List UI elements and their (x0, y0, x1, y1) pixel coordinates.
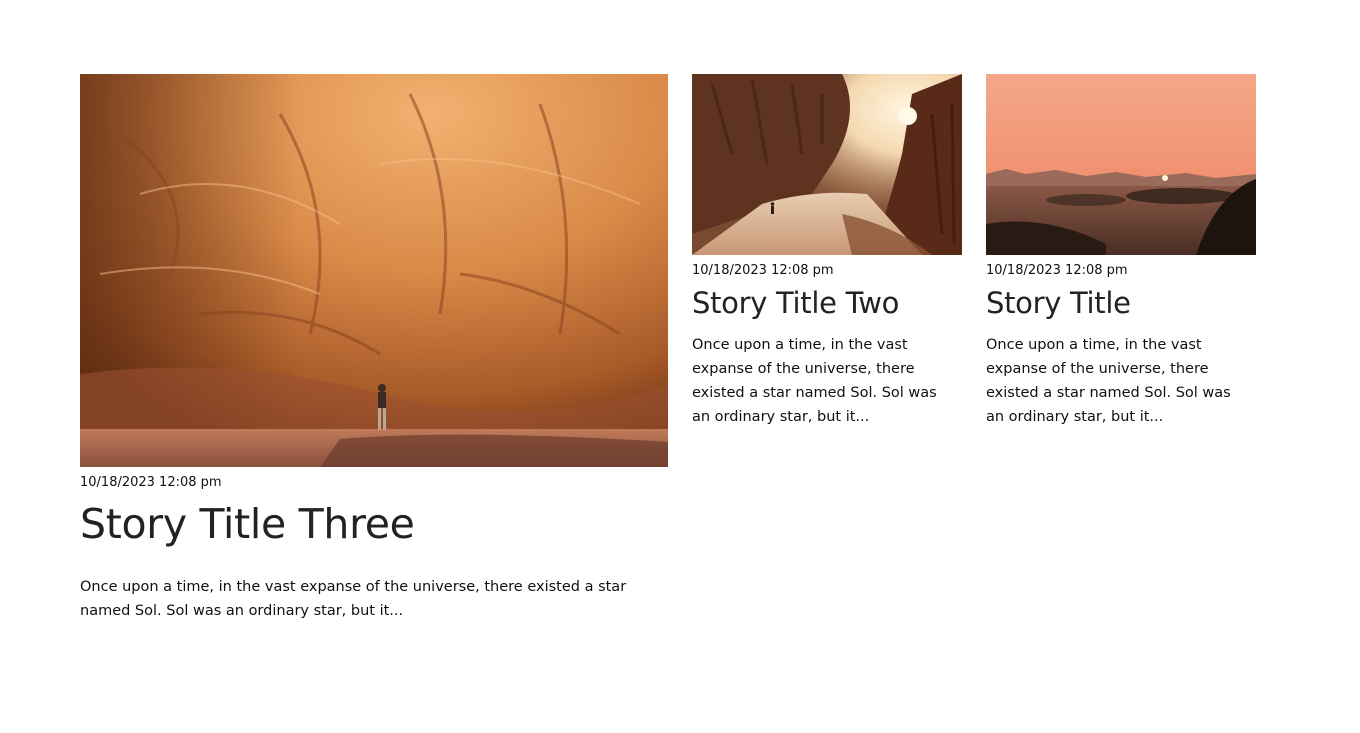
sunset-illustration (986, 74, 1256, 255)
story-date: 10/18/2023 12:08 pm (692, 263, 834, 278)
story-excerpt: Once upon a time, in the vast expanse of… (692, 337, 937, 425)
story-image-cave[interactable] (80, 74, 668, 467)
story-title[interactable]: Story Title (986, 285, 1256, 321)
hiker-figure (770, 202, 775, 214)
story-excerpt: Once upon a time, in the vast expanse of… (80, 579, 627, 619)
canyon-illustration (692, 74, 962, 255)
story-excerpt: Once upon a time, in the vast expanse of… (986, 337, 1231, 425)
story-card-two[interactable]: 10/18/2023 12:08 pm Story Title Two Once… (692, 74, 962, 429)
story-date: 10/18/2023 12:08 pm (80, 475, 222, 490)
story-title[interactable]: Story Title Two (692, 285, 962, 321)
story-card-featured[interactable]: 10/18/2023 12:08 pm Story Title Three On… (80, 74, 668, 623)
story-image-canyon[interactable] (692, 74, 962, 255)
story-grid: 10/18/2023 12:08 pm Story Title Three On… (0, 0, 1360, 733)
story-date: 10/18/2023 12:08 pm (986, 263, 1128, 278)
cave-illustration (80, 74, 668, 467)
story-title[interactable]: Story Title Three (80, 499, 668, 549)
story-image-sunset[interactable] (986, 74, 1256, 255)
story-card-one[interactable]: 10/18/2023 12:08 pm Story Title Once upo… (986, 74, 1256, 429)
